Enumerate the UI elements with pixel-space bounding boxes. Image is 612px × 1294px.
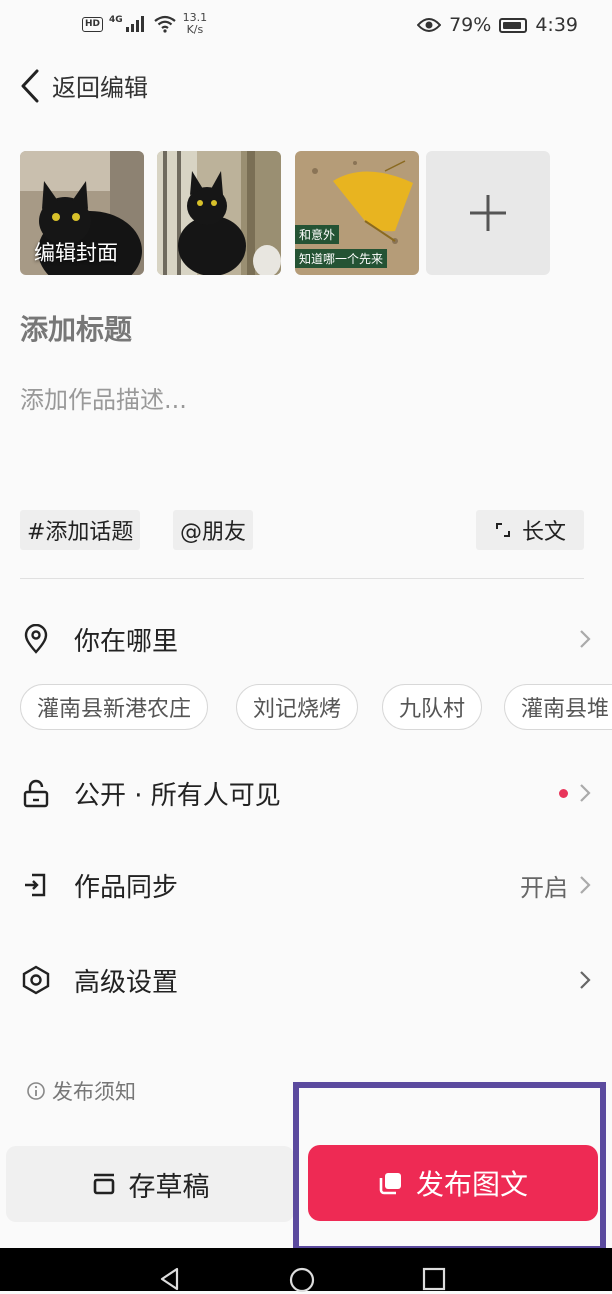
leaf-caption-1: 和意外 (295, 225, 340, 244)
sync-right: 开启 (520, 868, 592, 903)
network-speed: 13.1 K/s (183, 12, 208, 36)
unlock-icon (20, 777, 52, 809)
wifi-icon (153, 15, 176, 33)
photo-thumbnail-3[interactable]: 和意外 知道哪一个先来 (295, 151, 419, 275)
chevron-right-icon (580, 971, 591, 989)
location-label: 你在哪里 (74, 626, 179, 657)
plus-icon (470, 195, 506, 231)
chevron-right-icon (580, 784, 591, 802)
save-draft-label: 存草稿 (128, 1171, 210, 1203)
cover-thumbnail[interactable]: 编辑封面 (20, 151, 144, 275)
publish-label: 发布图文 (415, 1168, 528, 1201)
battery-percent: 79% (449, 14, 492, 36)
black-cat-window-photo (157, 151, 281, 275)
nav-home-icon[interactable] (288, 1266, 316, 1294)
publish-notice-link[interactable]: 发布须知 (26, 1076, 136, 1106)
add-media-button[interactable] (426, 151, 550, 275)
description-input[interactable]: 添加作品描述... (20, 380, 187, 415)
location-suggestion-chip[interactable]: 九队村 (382, 684, 483, 730)
advanced-settings-label: 高级设置 (74, 967, 179, 998)
speed-unit: K/s (186, 23, 204, 36)
location-suggestion-chip[interactable]: 刘记烧烤 (236, 684, 359, 730)
sync-value: 开启 (520, 873, 568, 902)
sync-label: 作品同步 (74, 872, 179, 903)
edit-cover-label: 编辑封面 (34, 241, 118, 265)
back-label: 返回编辑 (52, 74, 148, 102)
visibility-row[interactable]: 公开 · 所有人可见 (20, 768, 592, 818)
advanced-settings-row[interactable]: 高级设置 (20, 955, 592, 1005)
advanced-right (578, 968, 592, 992)
publish-layers-icon (379, 1173, 401, 1195)
nav-back-icon[interactable] (157, 1266, 183, 1292)
info-icon (27, 1082, 45, 1100)
add-topic-chip[interactable]: #添加话题 (20, 510, 141, 550)
hd-badge: HD (82, 16, 104, 32)
network-type: 4G (109, 15, 123, 25)
back-button[interactable]: 返回编辑 (20, 68, 148, 103)
location-suggestion-chip[interactable]: 灌南县新港农庄 (20, 684, 209, 730)
eye-icon (417, 18, 442, 32)
nav-recents-icon[interactable] (421, 1266, 447, 1292)
publish-button[interactable]: 发布图文 (308, 1145, 598, 1221)
settings-hexagon-icon (20, 964, 52, 996)
status-bar: HD 4G 13.1 K/s 79% 4:39 (0, 0, 612, 52)
clock: 4:39 (535, 14, 578, 36)
expand-corner-icon (495, 523, 510, 537)
location-right (578, 627, 592, 651)
notification-dot (559, 788, 568, 798)
sync-export-icon (20, 869, 52, 901)
visibility-right (559, 781, 592, 805)
battery-icon (499, 17, 528, 33)
mention-friend-chip[interactable]: @朋友 (173, 510, 254, 550)
location-suggestion-chip[interactable]: 灌南县堆 (504, 684, 612, 730)
signal-icon (125, 16, 144, 32)
long-text-chip[interactable]: 长文 (476, 510, 584, 550)
photo-thumbnail-2[interactable] (157, 151, 281, 275)
title-input[interactable]: 添加标题 (20, 308, 132, 348)
sync-row[interactable]: 作品同步 开启 (20, 860, 592, 910)
status-right: 79% 4:39 (417, 14, 578, 36)
publish-notice-label: 发布须知 (52, 1080, 136, 1104)
chevron-right-icon (580, 876, 591, 894)
save-draft-button[interactable]: 存草稿 (6, 1146, 294, 1222)
divider (20, 578, 584, 579)
visibility-label: 公开 · 所有人可见 (74, 780, 281, 811)
location-row[interactable]: 你在哪里 (20, 614, 592, 664)
chevron-right-icon (580, 630, 591, 648)
chevron-left-icon (21, 69, 39, 102)
long-text-label: 长文 (521, 520, 566, 545)
status-left: HD 4G 13.1 K/s (82, 12, 207, 36)
location-pin-icon (20, 623, 52, 655)
leaf-caption-2: 知道哪一个先来 (295, 249, 388, 268)
draft-box-icon (93, 1173, 114, 1195)
